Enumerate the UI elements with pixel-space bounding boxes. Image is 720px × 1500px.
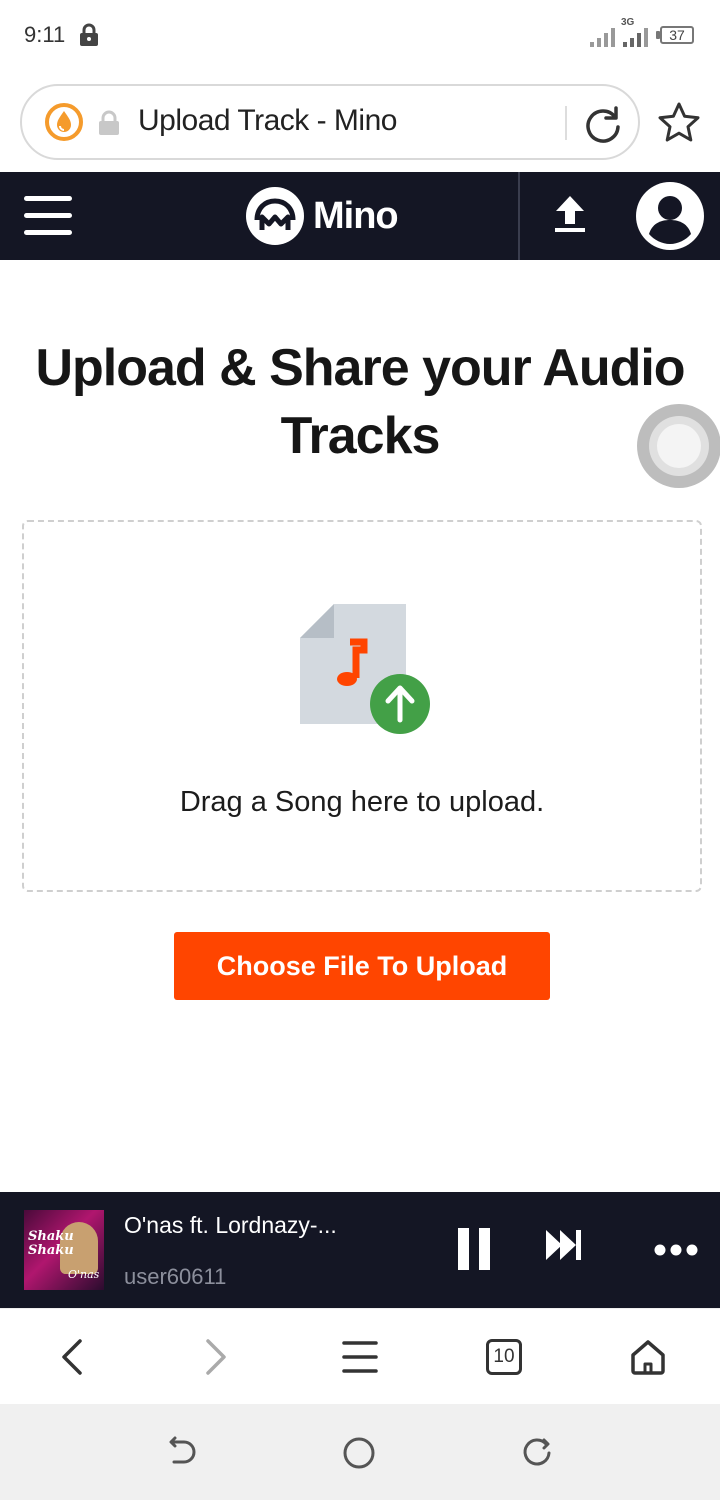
tabs-count-icon[interactable]: 10 (486, 1339, 522, 1375)
address-bar[interactable]: Upload Track - Mino (20, 84, 640, 160)
url-divider (565, 106, 567, 140)
signal-strength-icon (590, 28, 615, 47)
status-time: 9:11 (24, 22, 66, 47)
signal-strength-icon (623, 28, 648, 47)
system-home-icon[interactable] (342, 1436, 376, 1470)
drop-instructions: Drag a Song here to upload. (179, 786, 545, 818)
assistive-touch-button[interactable] (637, 404, 720, 488)
menu-lines-icon[interactable] (340, 1337, 380, 1377)
album-art-title: Shaku Shaku (28, 1229, 74, 1258)
album-art-signature: O'nas (68, 1268, 100, 1281)
forward-arrow-icon[interactable] (196, 1337, 236, 1377)
app-header: Mino (0, 172, 720, 260)
upload-icon[interactable] (548, 192, 592, 236)
track-artist[interactable]: user60611 (124, 1264, 226, 1290)
lock-icon (80, 23, 98, 46)
bookmark-star-icon[interactable] (656, 100, 702, 146)
mini-player[interactable]: Shaku Shaku O'nas O'nas ft. Lordnazy-...… (0, 1192, 720, 1308)
battery-icon: 37 (660, 26, 694, 44)
system-nav-bar (0, 1404, 720, 1500)
reload-icon[interactable] (582, 103, 624, 145)
system-back-icon[interactable] (166, 1436, 200, 1470)
choose-file-button[interactable]: Choose File To Upload (174, 932, 550, 1000)
page-title: Upload & Share your Audio Tracks (35, 339, 685, 465)
site-favicon-icon (45, 103, 83, 141)
url-text[interactable]: Upload Track - Mino (138, 104, 397, 138)
browser-toolbar: 10 (0, 1308, 720, 1404)
more-options-icon[interactable] (654, 1244, 698, 1256)
pause-icon[interactable] (458, 1228, 490, 1270)
system-recents-icon[interactable] (520, 1436, 554, 1470)
mino-logo-icon (246, 187, 304, 245)
brand-name: Mino (313, 194, 399, 237)
status-bar: 9:11 3G 37 (0, 0, 720, 72)
skip-next-icon[interactable] (546, 1230, 582, 1260)
album-art[interactable]: Shaku Shaku O'nas (24, 1210, 104, 1290)
brand-logo[interactable]: Mino (245, 185, 399, 247)
screen: 9:11 3G 37 Upload Track - Mino Mino Uplo… (0, 0, 720, 1500)
header-divider (518, 172, 520, 260)
track-title[interactable]: O'nas ft. Lordnazy-... (124, 1212, 337, 1239)
home-icon[interactable] (628, 1337, 668, 1377)
back-arrow-icon[interactable] (52, 1337, 92, 1377)
hamburger-menu-icon[interactable] (24, 196, 72, 236)
user-avatar-icon[interactable] (636, 182, 704, 250)
padlock-icon (99, 110, 119, 135)
file-drop-zone[interactable]: Drag a Song here to upload. (22, 520, 702, 892)
music-file-upload-icon (300, 604, 430, 734)
